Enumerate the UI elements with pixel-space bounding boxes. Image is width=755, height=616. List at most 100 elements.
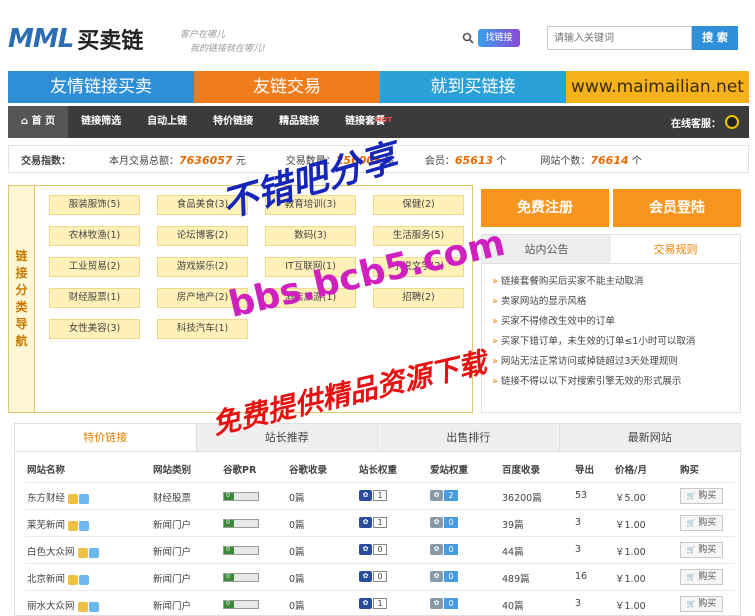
aizhan-icon: ✿ bbox=[430, 490, 443, 501]
category-side-label: 链接分类导航 bbox=[9, 186, 35, 412]
paw-icon: ✿ bbox=[359, 544, 372, 555]
category-item[interactable]: 农林牧渔(1) bbox=[49, 226, 140, 246]
slogan-line-2: 我的链接就在哪儿! bbox=[190, 44, 266, 54]
banner-segment-3[interactable]: 就到买链接 bbox=[380, 71, 566, 103]
buy-button[interactable]: 🛒 购买 bbox=[680, 569, 723, 585]
category-item[interactable]: 论坛博客(2) bbox=[157, 226, 248, 246]
webmaster-weight: ✿ 1 bbox=[359, 490, 387, 501]
nav-home-label: 首 页 bbox=[31, 116, 56, 127]
tab-newest-sites[interactable]: 最新网站 bbox=[558, 424, 740, 451]
aizhan-weight-value: 2 bbox=[444, 490, 458, 501]
category-item[interactable]: 服装服饰(5) bbox=[49, 195, 140, 215]
notice-item[interactable]: » 卖家网站的显示风格 bbox=[492, 292, 730, 312]
logo-cn-text: 买卖链 bbox=[77, 28, 144, 54]
nav-special-links[interactable]: 特价链接 bbox=[200, 106, 266, 138]
category-side-text: 链接分类导航 bbox=[15, 249, 28, 348]
paw-icon: ✿ bbox=[359, 517, 372, 528]
find-link-badge[interactable]: 找链接 bbox=[478, 29, 520, 47]
aizhan-weight: ✿ 0 bbox=[430, 571, 458, 582]
site-logo[interactable]: MML 买卖链 bbox=[8, 22, 163, 56]
online-service-label: 在线客服： bbox=[671, 118, 721, 130]
site-count-unit: 个 bbox=[631, 155, 642, 167]
info-icon[interactable] bbox=[79, 574, 90, 585]
buy-button[interactable]: 🛒 购买 bbox=[680, 596, 723, 612]
aizhan-icon: ✿ bbox=[430, 517, 443, 528]
tab-special-links[interactable]: 特价链接 bbox=[15, 424, 196, 451]
category-item[interactable]: 工业贸易(2) bbox=[49, 257, 140, 277]
notice-item[interactable]: » 链接套餐购买后买家不能主动取消 bbox=[492, 272, 730, 292]
qq-contact-icon[interactable] bbox=[68, 520, 79, 531]
search-button[interactable]: 搜 索 bbox=[692, 26, 738, 50]
export-links: 3 bbox=[575, 544, 582, 555]
notice-item[interactable]: » 买家下错订单，未生效的订单≤1小时可以取消 bbox=[492, 332, 730, 352]
info-icon[interactable] bbox=[79, 493, 90, 504]
col-aizhan-weight-header: 爱站权重 bbox=[430, 465, 469, 476]
member-count-value: 65613 bbox=[454, 153, 494, 167]
category-item[interactable]: 游戏娱乐(2) bbox=[157, 257, 248, 277]
site-name-link[interactable]: 东方财经 bbox=[27, 493, 65, 504]
export-links: 16 bbox=[575, 571, 588, 582]
notice-item[interactable]: » 网站无法正常访问或掉链超过3天处理规则 bbox=[492, 352, 730, 372]
buy-button-label: 购买 bbox=[698, 518, 717, 528]
promo-banner: 友情链接买卖 友链交易 就到买链接 www.maimailian.net bbox=[8, 71, 749, 103]
paw-icon: ✿ bbox=[359, 490, 372, 501]
bullet-arrow-icon: » bbox=[492, 316, 498, 327]
search-input[interactable] bbox=[547, 26, 692, 50]
nav-link-filter[interactable]: 链接筛选 bbox=[68, 106, 134, 138]
notice-item-text: 链接不得以以下对搜索引擎无效的形式展示 bbox=[500, 376, 682, 387]
qq-contact-icon[interactable] bbox=[68, 574, 79, 585]
banner-segment-1[interactable]: 友情链接买卖 bbox=[8, 71, 194, 103]
qq-contact-icon[interactable] bbox=[77, 547, 88, 558]
notice-tabs: 站内公告 交易规则 bbox=[482, 235, 740, 264]
notice-item-text: 链接套餐购买后买家不能主动取消 bbox=[500, 276, 644, 287]
notice-item[interactable]: » 链接不得以以下对搜索引擎无效的形式展示 bbox=[492, 372, 730, 392]
site-name-cell: 白色大众网 bbox=[27, 544, 99, 558]
free-register-button[interactable]: 免费注册 bbox=[481, 189, 609, 227]
category-item[interactable]: 数码(3) bbox=[265, 226, 356, 246]
site-name-link[interactable]: 北京新闻 bbox=[27, 574, 65, 585]
bullet-arrow-icon: » bbox=[492, 356, 498, 367]
aizhan-weight-value: 0 bbox=[444, 598, 458, 609]
webmaster-weight-value: 0 bbox=[373, 544, 387, 555]
nav-auto-link[interactable]: 自动上链 bbox=[134, 106, 200, 138]
category-item[interactable]: 招聘(2) bbox=[373, 288, 464, 308]
aizhan-weight: ✿ 0 bbox=[430, 517, 458, 528]
slogan-line-1: 客户在哪儿 bbox=[180, 30, 226, 40]
qq-contact-icon[interactable] bbox=[68, 493, 79, 504]
online-service[interactable]: 在线客服： bbox=[661, 115, 749, 130]
member-login-button[interactable]: 会员登陆 bbox=[613, 189, 741, 227]
col-google-index-header: 谷歌收录 bbox=[289, 465, 328, 476]
google-index: 0篇 bbox=[289, 493, 305, 504]
banner-segment-4[interactable]: www.maimailian.net bbox=[566, 71, 749, 103]
category-item[interactable]: 保健(2) bbox=[373, 195, 464, 215]
aizhan-weight-value: 0 bbox=[444, 544, 458, 555]
google-index: 0篇 bbox=[289, 574, 305, 585]
notice-list: » 链接套餐购买后买家不能主动取消» 卖家网站的显示风格» 买家不得修改生效中的订单»… bbox=[482, 264, 740, 400]
category-item[interactable]: 财经股票(1) bbox=[49, 288, 140, 308]
banner-segment-2[interactable]: 友链交易 bbox=[194, 71, 380, 103]
webmaster-weight: ✿ 0 bbox=[359, 571, 387, 582]
nav-premium-links[interactable]: 精品链接 bbox=[266, 106, 332, 138]
tab-trade-rules[interactable]: 交易规则 bbox=[611, 235, 740, 263]
buy-button-label: 购买 bbox=[698, 491, 717, 501]
buy-button[interactable]: 🛒 购买 bbox=[680, 542, 723, 558]
notice-item[interactable]: » 买家不得修改生效中的订单 bbox=[492, 312, 730, 332]
info-icon[interactable] bbox=[88, 547, 99, 558]
price-per-month: ￥5.00 bbox=[615, 493, 646, 504]
baidu-index: 40篇 bbox=[502, 601, 524, 612]
aizhan-icon: ✿ bbox=[430, 544, 443, 555]
site-name-link[interactable]: 丽水大众网 bbox=[27, 601, 75, 612]
qq-contact-icon[interactable] bbox=[77, 601, 88, 612]
tab-sales-ranking[interactable]: 出售排行 bbox=[377, 424, 559, 451]
nav-home[interactable]: ⌂ 首 页 bbox=[8, 106, 69, 138]
bullet-arrow-icon: » bbox=[492, 336, 498, 347]
google-pr-value: 0 bbox=[226, 519, 230, 526]
site-name-link[interactable]: 白色大众网 bbox=[27, 547, 75, 558]
site-name-link[interactable]: 莱芜新闻 bbox=[27, 520, 65, 531]
info-icon[interactable] bbox=[79, 520, 90, 531]
info-icon[interactable] bbox=[88, 601, 99, 612]
category-item[interactable]: 女性美容(3) bbox=[49, 319, 140, 339]
buy-button[interactable]: 🛒 购买 bbox=[680, 515, 723, 531]
buy-button[interactable]: 🛒 购买 bbox=[680, 488, 723, 504]
monthly-total-label: 本月交易总额： bbox=[109, 155, 179, 167]
